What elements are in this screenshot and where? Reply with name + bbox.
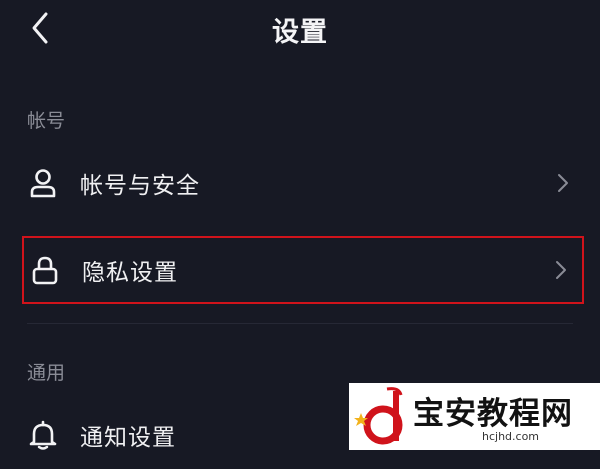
chevron-right-icon xyxy=(556,173,570,193)
user-icon xyxy=(28,168,58,198)
bell-icon xyxy=(28,420,58,450)
watermark-url: hcjhd.com xyxy=(482,430,540,443)
settings-item-privacy[interactable]: 隐私设置 xyxy=(22,236,584,304)
settings-item-label: 隐私设置 xyxy=(82,260,178,286)
watermark-site-name: 宝安教程网 xyxy=(413,396,573,432)
page-title: 设置 xyxy=(272,17,328,48)
section-divider xyxy=(27,323,573,324)
header-bar: 设置 xyxy=(0,0,600,56)
settings-item-account-security[interactable]: 帐号与安全 xyxy=(22,149,584,217)
chevron-right-icon xyxy=(554,260,568,280)
settings-item-label: 帐号与安全 xyxy=(80,173,200,199)
section-label-general: 通用 xyxy=(27,362,66,384)
section-label-account: 帐号 xyxy=(27,110,66,132)
watermark-logo-icon xyxy=(354,387,403,445)
lock-icon xyxy=(30,255,60,285)
watermark: 宝安教程网 hcjhd.com xyxy=(349,383,600,450)
settings-item-label: 通知设置 xyxy=(80,425,176,451)
